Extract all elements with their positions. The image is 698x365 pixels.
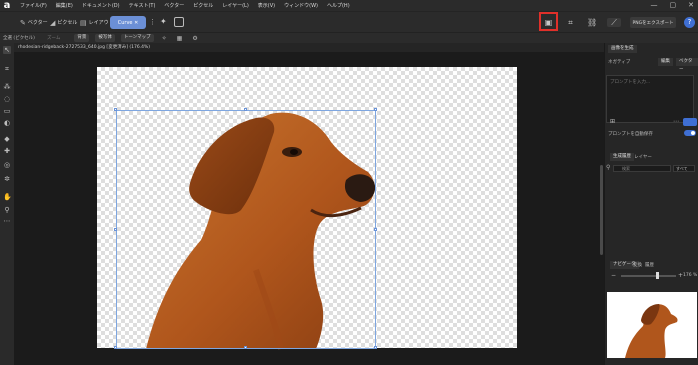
main-toolbar: ✎ ベクター ◢ ピクセル ▤ レイアウト Curve ✕ ⋮ ✦ ▣ ⌗ ⛓ … xyxy=(0,11,698,32)
history-tab[interactable]: 生成履歴 xyxy=(610,153,634,161)
generate-button[interactable] xyxy=(683,118,697,126)
menu-vector[interactable]: ベクター xyxy=(164,2,184,9)
generate-panel-title[interactable]: 画像を生成 xyxy=(608,45,637,53)
tonemap-button[interactable]: トーンマップ xyxy=(120,34,154,42)
curve-tab-label: Curve ✕ xyxy=(117,19,139,26)
menu-view[interactable]: 表示(V) xyxy=(258,2,275,9)
layers-tab[interactable]: レイヤー xyxy=(634,154,652,160)
hand-tool-icon[interactable]: ✋ xyxy=(3,193,12,201)
menu-window[interactable]: ウィンドウ(W) xyxy=(284,2,318,9)
layout-icon: ▤ xyxy=(80,18,87,27)
retouch-tool-icon[interactable]: ✚ xyxy=(3,147,11,155)
context-toolbar: 全選 (ピクセル) ズーム 背景 被写体 トーンマップ ✧ ▦ ⚙ xyxy=(0,32,698,43)
pen-icon: ✎ xyxy=(20,18,26,27)
maximize-button[interactable]: ▢ xyxy=(670,1,677,9)
resize-handle-sw[interactable] xyxy=(114,346,117,349)
menu-list: ファイル(F) 編集(E) ドキュメント(D) テキスト(T) ベクター ピクセ… xyxy=(20,2,350,9)
layer-search-input[interactable]: 検索 xyxy=(613,165,671,172)
resize-handle-nw[interactable] xyxy=(114,108,117,111)
close-button[interactable]: ✕ xyxy=(688,1,694,9)
crop-tool-icon[interactable]: ⌗ xyxy=(3,65,11,73)
autosave-label: プロンプトを自動保存 xyxy=(608,132,653,137)
edit-tab[interactable]: 編集 xyxy=(658,58,673,66)
autosave-toggle[interactable] xyxy=(684,130,696,136)
menu-edit[interactable]: 編集(E) xyxy=(56,2,73,9)
menu-file[interactable]: ファイル(F) xyxy=(20,2,47,9)
vector-tab[interactable]: ベクター xyxy=(676,58,698,72)
selection-mode-label[interactable]: 全選 (ピクセル) xyxy=(3,35,35,41)
zoom-slider-thumb[interactable] xyxy=(656,272,659,279)
menu-bar: a ファイル(F) 編集(E) ドキュメント(D) テキスト(T) ベクター ピ… xyxy=(0,0,698,11)
erase-tool-icon[interactable]: ◐ xyxy=(3,119,11,127)
window-controls: — ▢ ✕ xyxy=(651,1,695,9)
brush-icon: ◢ xyxy=(50,18,56,27)
resize-handle-w[interactable] xyxy=(114,228,117,231)
layout-mode-button[interactable]: ▤ レイアウト xyxy=(80,17,114,28)
checkbox-icon[interactable] xyxy=(174,17,184,27)
effects-icon[interactable]: ✦ xyxy=(160,17,167,26)
clone-tool-icon[interactable]: ◎ xyxy=(3,161,11,169)
export-png-label: PNGをエクスポート xyxy=(632,20,674,26)
minimize-button[interactable]: — xyxy=(651,1,658,9)
menu-help[interactable]: ヘルプ(H) xyxy=(327,2,350,9)
fill-tool-icon[interactable]: ◆ xyxy=(3,135,11,143)
gear-icon[interactable]: ⚙ xyxy=(192,35,197,42)
options-icon[interactable]: ⋯ xyxy=(673,118,679,125)
attach-image-icon[interactable]: ⊞ xyxy=(610,118,615,125)
menu-layer[interactable]: レイヤー(L) xyxy=(222,2,249,9)
negative-prompt-label: ネガティブ xyxy=(608,60,631,65)
brush-settings-icon[interactable]: ⟋ xyxy=(607,18,621,27)
zoom-slider[interactable] xyxy=(621,275,676,277)
history-panel-tab[interactable]: 履歴 xyxy=(645,262,654,268)
vector-mode-button[interactable]: ✎ ベクター xyxy=(20,17,48,28)
vector-mode-label: ベクター xyxy=(27,20,48,26)
resize-handle-n[interactable] xyxy=(244,108,247,111)
move-tool-icon[interactable]: ↖ xyxy=(3,46,11,54)
link-icon[interactable]: ⛓ xyxy=(587,18,597,27)
selection-box[interactable] xyxy=(116,110,376,349)
background-button[interactable]: 背景 xyxy=(74,34,90,42)
export-png-button[interactable]: PNGをエクスポート xyxy=(630,17,676,28)
resize-handle-se[interactable] xyxy=(374,346,377,349)
lasso-tool-icon[interactable]: ◌ xyxy=(3,95,11,103)
pixel-mode-button[interactable]: ◢ ピクセル xyxy=(50,17,77,28)
navigator-thumbnail[interactable] xyxy=(607,292,697,358)
zoom-percentage[interactable]: 176 % xyxy=(683,273,697,278)
eyedropper-icon[interactable]: ⚲ xyxy=(3,206,11,214)
thumbnail-dog-icon xyxy=(625,304,678,358)
more-tools-icon[interactable]: ⋯ xyxy=(3,217,11,225)
prompt-textarea[interactable]: プロンプトを入力... xyxy=(606,75,694,123)
pixel-mode-label: ピクセル xyxy=(57,20,78,26)
more-icon[interactable]: ⋮ xyxy=(149,18,156,26)
subject-button[interactable]: 被写体 xyxy=(95,34,115,42)
resize-handle-e[interactable] xyxy=(374,228,377,231)
wand-icon[interactable]: ✧ xyxy=(162,35,167,42)
app-logo[interactable]: a xyxy=(0,0,14,11)
selection-brush-icon[interactable]: ⁂ xyxy=(3,83,11,91)
frame-icon[interactable]: ⌗ xyxy=(566,18,575,27)
transform-tab[interactable]: 変換 xyxy=(633,262,642,268)
zoom-hint: ズーム xyxy=(46,36,61,41)
document-tab[interactable]: rhodesian-ridgeback-2727533_640.jpg [変更済… xyxy=(14,43,604,52)
vertical-scrollbar[interactable] xyxy=(600,165,603,255)
menu-document[interactable]: ドキュメント(D) xyxy=(82,2,120,9)
layer-filter-select[interactable]: すべて xyxy=(673,165,695,172)
tools-panel: ↖ ⌗ ⁂ ◌ ▭ ◐ ◆ ✚ ◎ ✲ ✋ ⚲ ⋯ xyxy=(0,43,14,365)
resize-handle-s[interactable] xyxy=(244,346,247,349)
grid-icon[interactable]: ▦ xyxy=(177,35,183,42)
search-icon: ⚲ xyxy=(606,164,611,171)
help-icon[interactable]: ? xyxy=(684,17,695,28)
image-tool-icon[interactable]: ▭ xyxy=(3,107,11,115)
resize-handle-ne[interactable] xyxy=(374,108,377,111)
persona-icon[interactable]: ▣ xyxy=(544,18,553,27)
zoom-out-icon[interactable]: − xyxy=(611,272,616,279)
menu-text[interactable]: テキスト(T) xyxy=(129,2,156,9)
prompt-placeholder: プロンプトを入力... xyxy=(610,80,651,85)
gear-tool-icon[interactable]: ✲ xyxy=(3,175,11,183)
curve-tab-button[interactable]: Curve ✕ xyxy=(110,16,146,29)
menu-pixel[interactable]: ピクセル xyxy=(193,2,213,9)
